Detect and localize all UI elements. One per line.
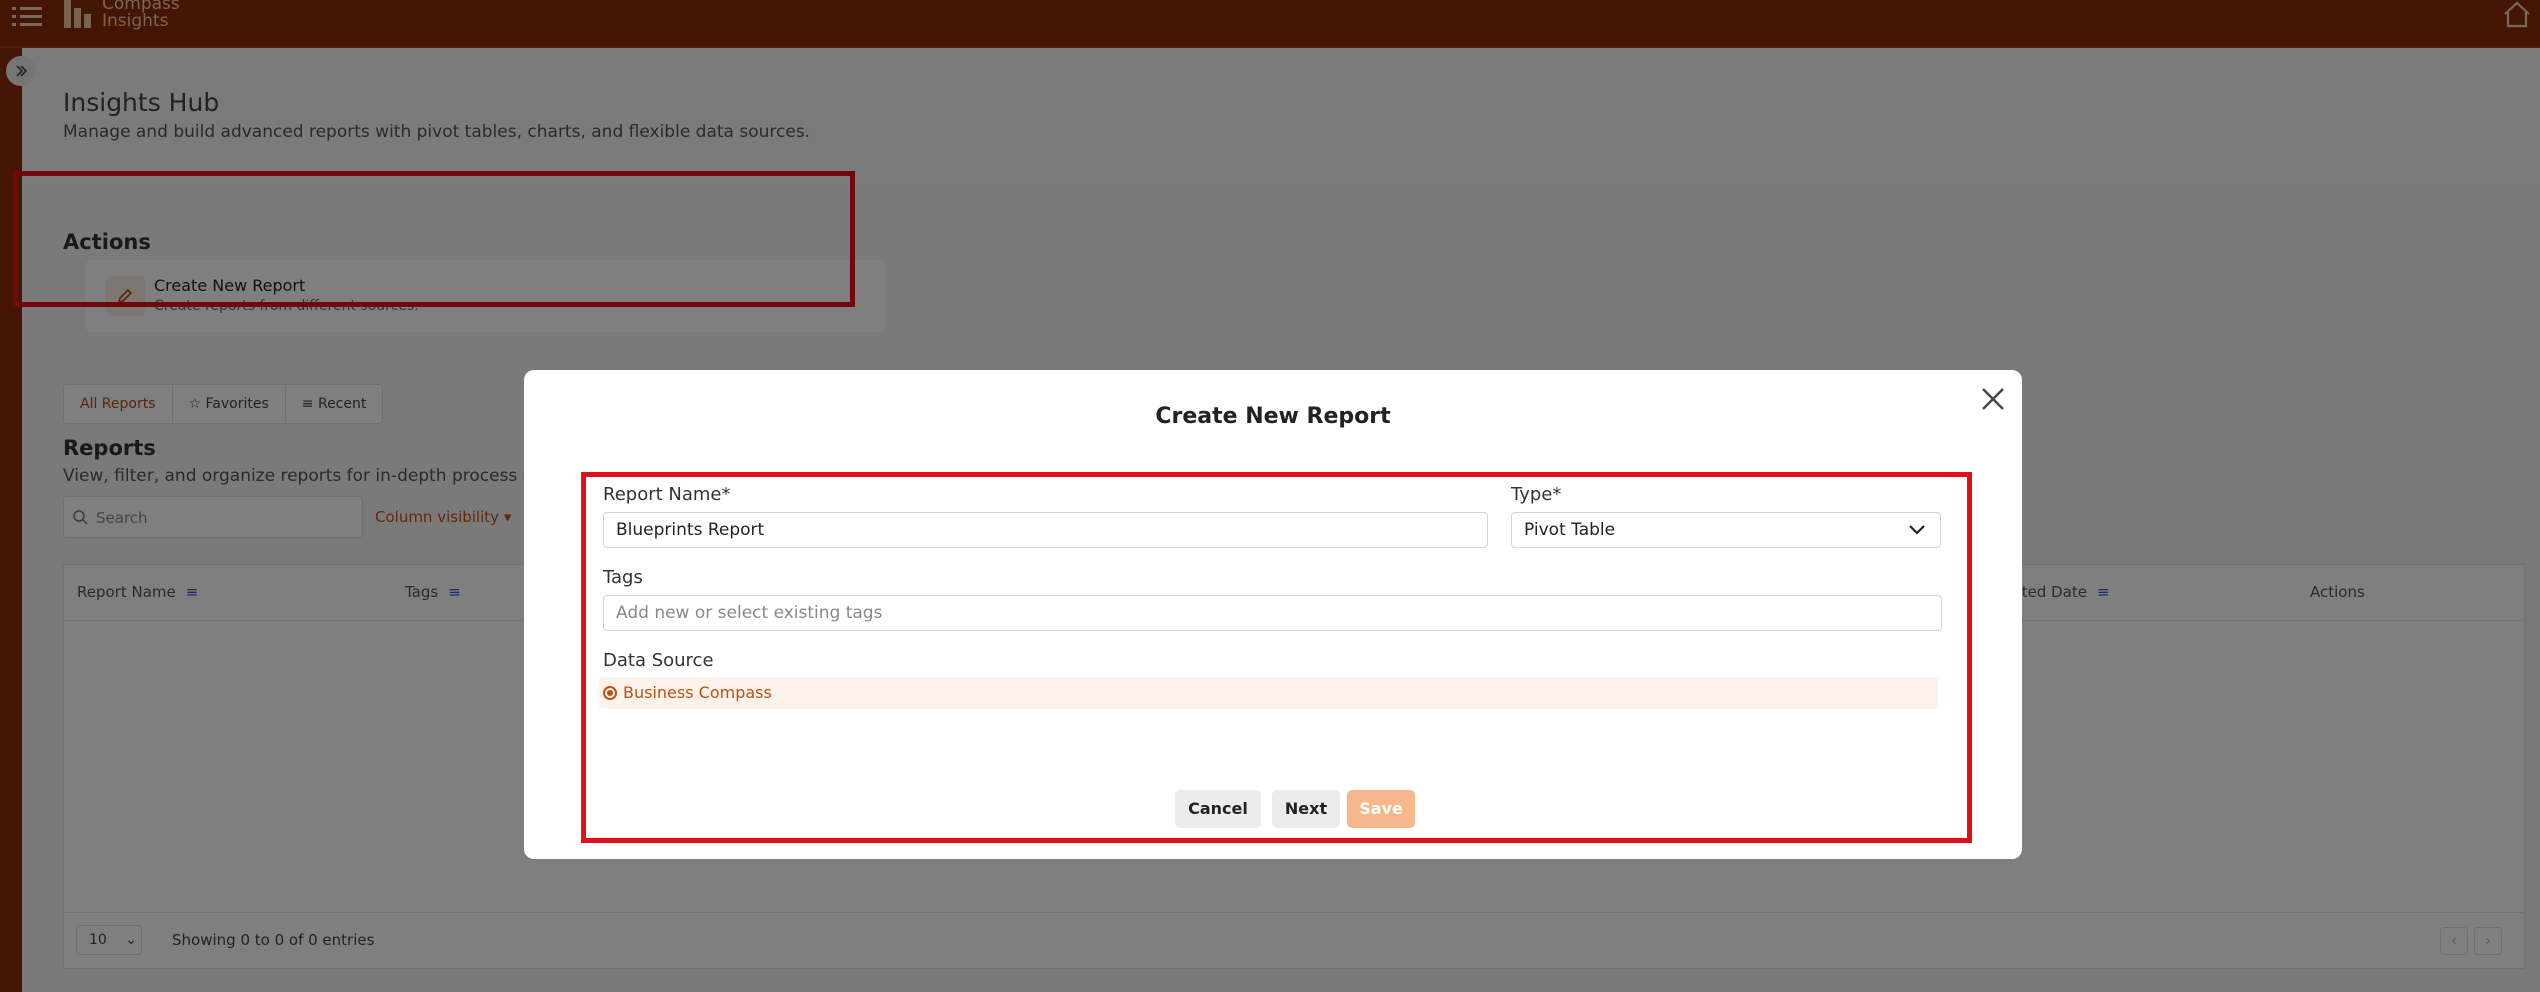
cancel-button[interactable]: Cancel <box>1175 790 1261 828</box>
next-button[interactable]: Next <box>1272 790 1340 828</box>
close-icon[interactable] <box>1978 384 2008 414</box>
data-source-option-business-compass[interactable]: Business Compass <box>599 677 1938 709</box>
tags-label: Tags <box>603 567 643 588</box>
tags-input[interactable]: Add new or select existing tags <box>603 595 1942 631</box>
type-label: Type* <box>1511 484 1562 505</box>
type-select-value: Pivot Table <box>1524 520 1616 540</box>
type-select[interactable]: Pivot Table <box>1511 512 1941 548</box>
chevron-down-icon <box>1909 525 1925 535</box>
data-source-option-label: Business Compass <box>623 683 772 702</box>
report-name-input[interactable]: Blueprints Report <box>603 512 1488 548</box>
save-button[interactable]: Save <box>1347 790 1415 828</box>
radio-selected-icon[interactable] <box>603 686 617 700</box>
report-form-highlight: Report Name* Blueprints Report Type* Piv… <box>581 472 1972 843</box>
report-name-label: Report Name* <box>603 484 731 505</box>
data-source-label: Data Source <box>603 650 714 671</box>
modal-title: Create New Report <box>1155 404 1391 429</box>
create-report-modal: Create New Report Report Name* Blueprint… <box>524 370 2022 859</box>
